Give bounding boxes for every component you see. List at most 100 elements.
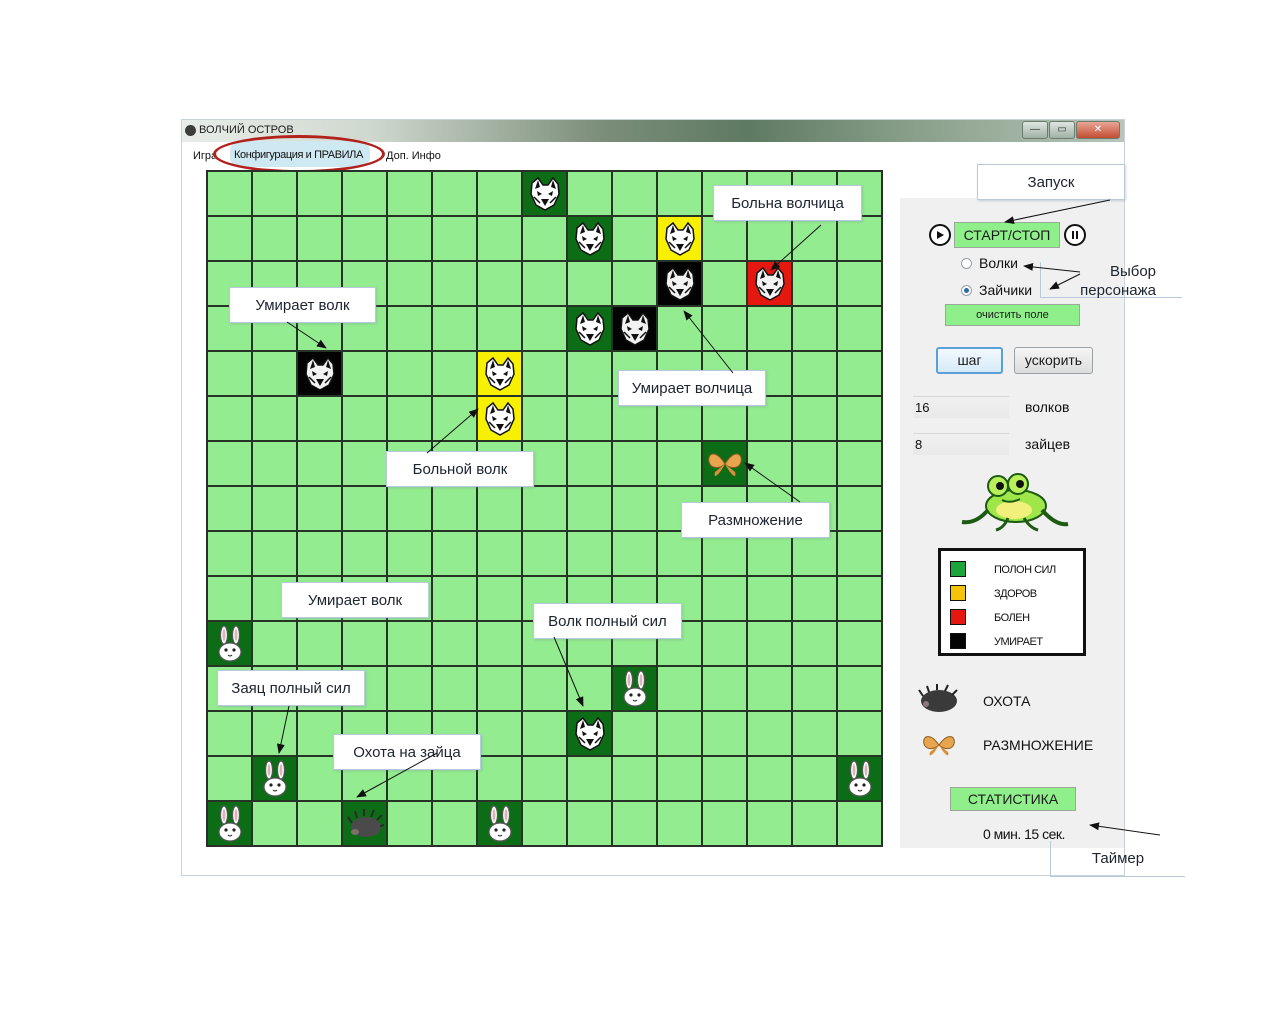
menu-item-game[interactable]: Игра <box>193 150 221 162</box>
board-cell[interactable] <box>477 801 522 846</box>
board-cell[interactable] <box>477 351 522 396</box>
board-cell[interactable] <box>567 396 612 441</box>
board-cell[interactable] <box>522 711 567 756</box>
board-cell[interactable] <box>567 261 612 306</box>
board-cell[interactable] <box>747 261 792 306</box>
board-cell[interactable] <box>522 531 567 576</box>
board-cell[interactable] <box>567 171 612 216</box>
board-cell[interactable] <box>792 621 837 666</box>
board-cell[interactable] <box>657 666 702 711</box>
board-cell[interactable] <box>477 621 522 666</box>
board-cell[interactable] <box>612 306 657 351</box>
board-cell[interactable] <box>432 531 477 576</box>
board-cell[interactable] <box>567 441 612 486</box>
board-cell[interactable] <box>297 621 342 666</box>
board-cell[interactable] <box>342 351 387 396</box>
board-cell[interactable] <box>342 531 387 576</box>
board-cell[interactable] <box>252 756 297 801</box>
board-cell[interactable] <box>387 216 432 261</box>
board-cell[interactable] <box>792 711 837 756</box>
board-cell[interactable] <box>207 576 252 621</box>
board-cell[interactable] <box>612 531 657 576</box>
board-cell[interactable] <box>612 711 657 756</box>
board-cell[interactable] <box>657 306 702 351</box>
board-cell[interactable] <box>747 801 792 846</box>
board-cell[interactable] <box>477 576 522 621</box>
board-cell[interactable] <box>837 216 882 261</box>
board-cell[interactable] <box>252 441 297 486</box>
menu-item-extra-info[interactable]: Доп. Инфо <box>386 150 441 162</box>
board-cell[interactable] <box>387 801 432 846</box>
board-cell[interactable] <box>747 621 792 666</box>
board-cell[interactable] <box>477 261 522 306</box>
board-cell[interactable] <box>702 621 747 666</box>
board-cell[interactable] <box>792 216 837 261</box>
board-cell[interactable] <box>792 801 837 846</box>
board-cell[interactable] <box>837 711 882 756</box>
board-cell[interactable] <box>342 486 387 531</box>
pause-button[interactable] <box>1064 224 1086 246</box>
board-cell[interactable] <box>387 486 432 531</box>
board-cell[interactable] <box>432 306 477 351</box>
board-cell[interactable] <box>432 576 477 621</box>
board-cell[interactable] <box>342 441 387 486</box>
board-cell[interactable] <box>657 216 702 261</box>
board-cell[interactable] <box>702 666 747 711</box>
board-cell[interactable] <box>837 261 882 306</box>
board-cell[interactable] <box>522 261 567 306</box>
board-cell[interactable] <box>252 531 297 576</box>
start-stop-button[interactable]: СТАРТ/СТОП <box>954 222 1060 248</box>
board-cell[interactable] <box>342 396 387 441</box>
board-cell[interactable] <box>432 621 477 666</box>
board-cell[interactable] <box>477 531 522 576</box>
board-cell[interactable] <box>387 666 432 711</box>
board-cell[interactable] <box>252 711 297 756</box>
board-cell[interactable] <box>837 576 882 621</box>
board-cell[interactable] <box>252 621 297 666</box>
board-cell[interactable] <box>612 486 657 531</box>
board-cell[interactable] <box>747 216 792 261</box>
board-cell[interactable] <box>387 531 432 576</box>
close-button[interactable]: ✕ <box>1076 121 1120 139</box>
board-cell[interactable] <box>522 171 567 216</box>
board-cell[interactable] <box>657 261 702 306</box>
board-cell[interactable] <box>252 396 297 441</box>
board-cell[interactable] <box>837 486 882 531</box>
board-cell[interactable] <box>387 621 432 666</box>
board-cell[interactable] <box>792 666 837 711</box>
board-cell[interactable] <box>792 756 837 801</box>
board-cell[interactable] <box>432 666 477 711</box>
board-cell[interactable] <box>477 711 522 756</box>
board-cell[interactable] <box>702 441 747 486</box>
maximize-button[interactable]: ▭ <box>1049 121 1075 139</box>
board-cell[interactable] <box>747 666 792 711</box>
board-cell[interactable] <box>297 441 342 486</box>
board-cell[interactable] <box>702 711 747 756</box>
board-cell[interactable] <box>657 171 702 216</box>
board-cell[interactable] <box>387 351 432 396</box>
board-cell[interactable] <box>702 801 747 846</box>
board-cell[interactable] <box>342 801 387 846</box>
board-cell[interactable] <box>252 216 297 261</box>
board-cell[interactable] <box>792 576 837 621</box>
board-cell[interactable] <box>477 756 522 801</box>
board-cell[interactable] <box>792 351 837 396</box>
minimize-button[interactable]: — <box>1022 121 1048 139</box>
board-cell[interactable] <box>657 441 702 486</box>
board-cell[interactable] <box>207 441 252 486</box>
board-cell[interactable] <box>702 216 747 261</box>
board-cell[interactable] <box>837 351 882 396</box>
board-cell[interactable] <box>522 396 567 441</box>
board-cell[interactable] <box>252 171 297 216</box>
board-cell[interactable] <box>612 216 657 261</box>
board-cell[interactable] <box>792 441 837 486</box>
board-cell[interactable] <box>612 441 657 486</box>
board-cell[interactable] <box>207 531 252 576</box>
board-cell[interactable] <box>837 441 882 486</box>
board-cell[interactable] <box>522 666 567 711</box>
board-cell[interactable] <box>432 261 477 306</box>
board-cell[interactable] <box>567 351 612 396</box>
board-cell[interactable] <box>207 216 252 261</box>
board-cell[interactable] <box>567 216 612 261</box>
board-cell[interactable] <box>612 756 657 801</box>
